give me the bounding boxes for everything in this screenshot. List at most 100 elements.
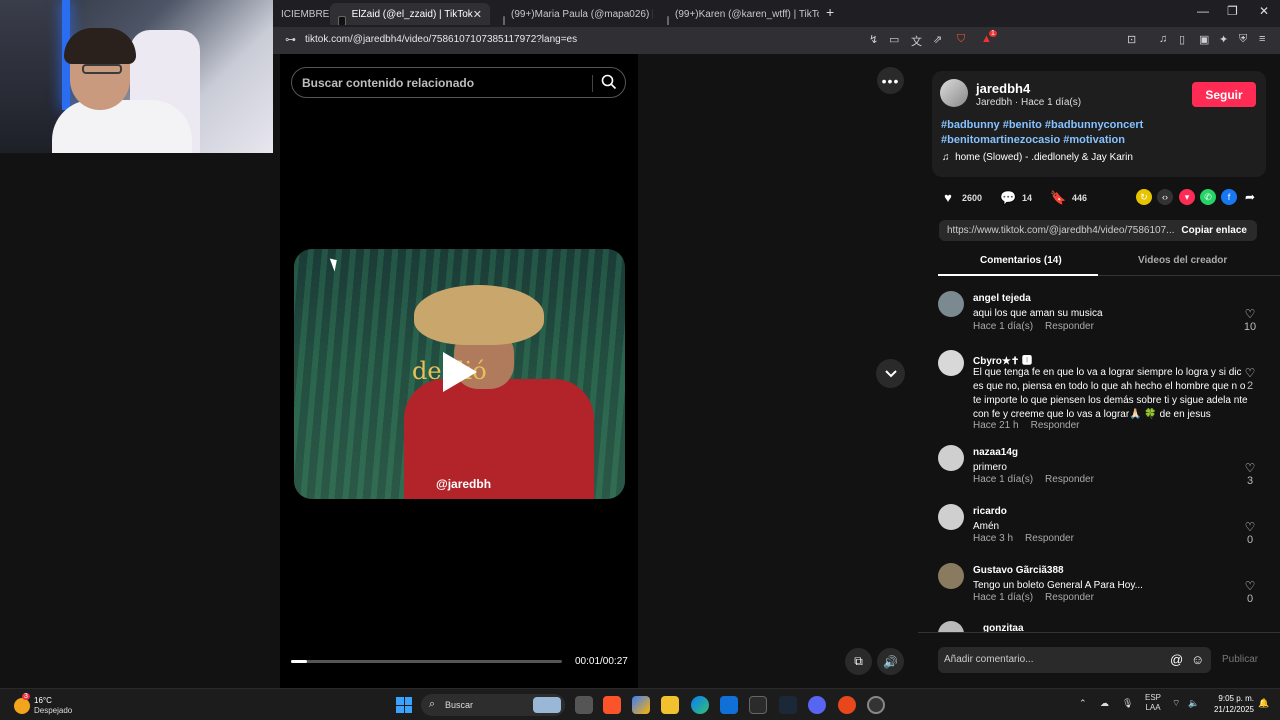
menu-icon[interactable]: ≡ bbox=[1259, 33, 1265, 45]
tab-comments[interactable]: Comentarios (14) bbox=[980, 255, 1062, 266]
publish-button[interactable]: Publicar bbox=[1222, 654, 1258, 665]
avatar[interactable] bbox=[938, 504, 964, 530]
browser-tab-active[interactable]: ElZaid (@el_zzaid) | TikTok ✕ bbox=[330, 3, 490, 25]
comment-author[interactable]: angel tejeda bbox=[973, 293, 1031, 304]
like-button[interactable]: ♥ 2600 bbox=[940, 190, 982, 206]
send-icon[interactable]: ▾ bbox=[1179, 189, 1195, 205]
whatsapp-icon[interactable]: ✆ bbox=[1200, 189, 1216, 205]
windows-start-icon[interactable] bbox=[396, 697, 412, 713]
share-arrow-icon[interactable]: ➦ bbox=[1242, 189, 1258, 205]
media-icon[interactable]: ↯ bbox=[869, 33, 878, 46]
avatar[interactable] bbox=[938, 445, 964, 471]
notifications-icon[interactable]: 🔔 bbox=[1258, 698, 1269, 709]
comment-like[interactable]: ♡ 10 bbox=[1240, 307, 1260, 333]
weather-widget[interactable]: 3 16°C Despejado bbox=[14, 693, 84, 718]
comment-button[interactable]: 💬 14 bbox=[1000, 190, 1032, 206]
taskbar-search[interactable]: ⌕ Buscar bbox=[421, 694, 565, 716]
miniplayer-button[interactable]: ⧉ bbox=[845, 648, 872, 675]
new-tab-button[interactable]: + bbox=[826, 4, 834, 20]
more-options-button[interactable]: ••• bbox=[877, 67, 904, 94]
reply-button[interactable]: Responder bbox=[1045, 321, 1094, 332]
avatar[interactable] bbox=[938, 350, 964, 376]
creator-avatar[interactable] bbox=[940, 79, 968, 107]
creator-username[interactable]: jaredbh4 bbox=[976, 81, 1030, 96]
emoji-icon[interactable]: ☺ bbox=[1191, 652, 1204, 667]
url-field[interactable]: tiktok.com/@jaredbh4/video/7586107107385… bbox=[305, 34, 577, 45]
comment-like[interactable]: ♡ 3 bbox=[1240, 461, 1260, 487]
window-close-button[interactable]: ✕ bbox=[1259, 4, 1269, 18]
minimize-button[interactable]: — bbox=[1197, 4, 1209, 18]
steam-icon[interactable] bbox=[779, 696, 797, 714]
save-button[interactable]: 🔖 446 bbox=[1050, 190, 1087, 206]
embed-icon[interactable]: ‹› bbox=[1157, 189, 1173, 205]
search-input[interactable]: Buscar contenido relacionado bbox=[302, 76, 474, 90]
comment-like[interactable]: ♡ 0 bbox=[1240, 579, 1260, 605]
restore-button[interactable]: ❐ bbox=[1227, 4, 1238, 18]
music-icon[interactable]: ♫ bbox=[1159, 33, 1167, 45]
browser-tab-4[interactable]: (99+)Karen (@karen_wtff) | TikTok bbox=[659, 3, 819, 25]
comment-author[interactable]: gonzitaa bbox=[983, 623, 1024, 632]
video-link[interactable]: https://www.tiktok.com/@jaredbh4/video/7… bbox=[947, 225, 1175, 236]
site-info-icon[interactable]: ⊶ bbox=[285, 33, 296, 46]
comment-input[interactable]: Añadir comentario... @ ☺ bbox=[938, 647, 1211, 673]
post-music[interactable]: ♫ home (Slowed) - .diedlonely & Jay Kari… bbox=[942, 152, 1133, 163]
mention-icon[interactable]: @ bbox=[1170, 652, 1183, 667]
microphone-icon[interactable]: 🎙 bbox=[1122, 698, 1133, 709]
language-indicator[interactable]: ESP LAA bbox=[1145, 693, 1161, 713]
tab-creator-videos[interactable]: Videos del creador bbox=[1138, 255, 1227, 266]
reply-button[interactable]: Responder bbox=[1045, 474, 1094, 485]
sidebar-icon[interactable]: ▯ bbox=[1179, 33, 1185, 46]
copy-link-button[interactable]: Copiar enlace bbox=[1181, 225, 1247, 236]
share-page-icon[interactable]: ⇗ bbox=[933, 33, 942, 46]
edge-icon[interactable] bbox=[691, 696, 709, 714]
next-video-button[interactable] bbox=[876, 359, 905, 388]
network-app-icon[interactable]: ☁ bbox=[1100, 698, 1109, 709]
comment-like[interactable]: ♡ 0 bbox=[1240, 520, 1260, 546]
related-search-bar[interactable]: Buscar contenido relacionado bbox=[291, 67, 626, 98]
post-hashtags[interactable]: #badbunny #benito #badbunnyconcert #beni… bbox=[941, 118, 1161, 148]
tray-chevron-icon[interactable]: ⌃ bbox=[1079, 698, 1087, 709]
facebook-icon[interactable]: f bbox=[1221, 189, 1237, 205]
leo-ai-icon[interactable]: ✦ bbox=[1219, 33, 1228, 46]
system-clock[interactable]: 9:05 p. m. 21/12/2025 bbox=[1206, 693, 1254, 715]
file-explorer-icon[interactable] bbox=[661, 696, 679, 714]
close-icon[interactable]: ✕ bbox=[473, 8, 482, 21]
vpn-icon[interactable]: ⛨ bbox=[1239, 33, 1247, 46]
outlook-icon[interactable] bbox=[720, 696, 738, 714]
cast-icon[interactable]: ▭ bbox=[889, 33, 899, 46]
store-icon[interactable] bbox=[749, 696, 767, 714]
volume-button[interactable]: 🔊 bbox=[877, 648, 904, 675]
wifi-icon[interactable]: ⌔ bbox=[1172, 698, 1180, 709]
avatar[interactable] bbox=[938, 291, 964, 317]
task-view-icon[interactable] bbox=[575, 696, 593, 714]
comment-like-count: 10 bbox=[1243, 321, 1257, 333]
brave-icon[interactable] bbox=[603, 696, 621, 714]
avatar[interactable] bbox=[938, 563, 964, 589]
comment-like[interactable]: ♡ 2 bbox=[1240, 366, 1260, 392]
translate-icon[interactable]: 文 bbox=[911, 33, 922, 49]
tab-search-icon[interactable]: ⊡ bbox=[1127, 33, 1136, 46]
copilot-icon[interactable] bbox=[632, 696, 650, 714]
comment-author[interactable]: nazaa14g bbox=[973, 447, 1018, 458]
discord-icon[interactable] bbox=[808, 696, 826, 714]
settings-icon[interactable] bbox=[867, 696, 885, 714]
wallet-icon[interactable]: ▣ bbox=[1199, 33, 1209, 46]
reply-button[interactable]: Responder bbox=[1031, 420, 1080, 431]
volume-tray-icon[interactable]: 🔈 bbox=[1188, 698, 1199, 709]
video-player[interactable]: de dió @jaredbh bbox=[294, 249, 625, 499]
comment-author[interactable]: ricardo bbox=[973, 506, 1007, 517]
video-progress-bar[interactable] bbox=[291, 660, 562, 663]
browser-tab-3[interactable]: (99+)Maria Paula (@mapa026) | TikTo bbox=[495, 3, 653, 25]
browser-tab-1[interactable]: ICIEMBRE ft. bbox=[273, 3, 331, 25]
app-icon[interactable] bbox=[838, 696, 856, 714]
repost-icon[interactable]: ↻ bbox=[1136, 189, 1152, 205]
comment-author[interactable]: Gustavo Gãrciã388 bbox=[973, 565, 1064, 576]
avatar[interactable] bbox=[938, 621, 964, 632]
search-icon[interactable] bbox=[600, 73, 618, 91]
brave-shield-icon[interactable]: ⛉ bbox=[957, 33, 965, 46]
play-icon[interactable] bbox=[443, 352, 477, 392]
reply-button[interactable]: Responder bbox=[1045, 592, 1094, 603]
reply-button[interactable]: Responder bbox=[1025, 533, 1074, 544]
follow-button[interactable]: Seguir bbox=[1192, 82, 1256, 107]
comment-author[interactable]: Cbyro★✝ 🅸 bbox=[973, 352, 1032, 367]
